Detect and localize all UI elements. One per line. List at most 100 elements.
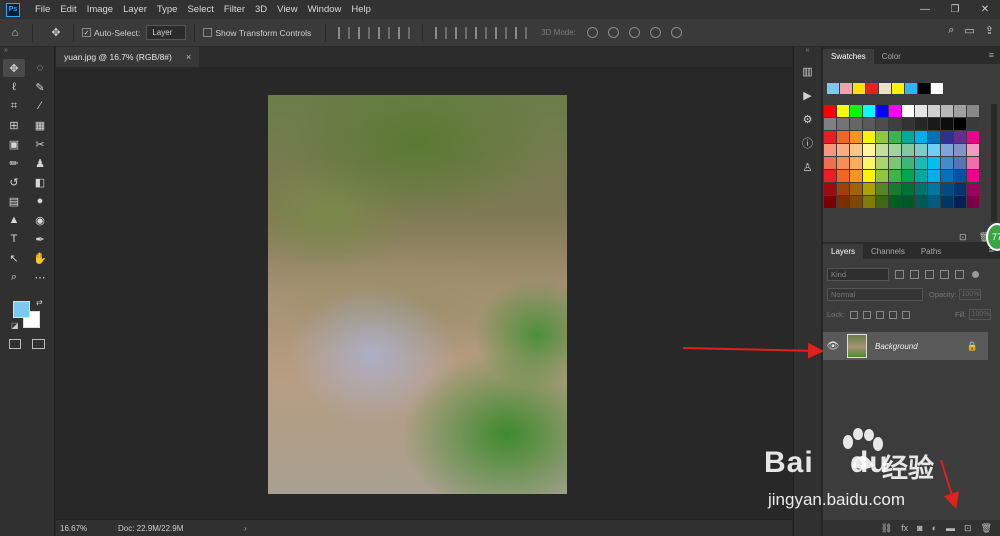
group-folder-icon[interactable]: ▬	[946, 523, 955, 533]
close-document-icon[interactable]: ×	[186, 52, 191, 62]
menu-window[interactable]: Window	[303, 4, 347, 15]
auto-select-target-dropdown[interactable]: Layer	[146, 25, 187, 40]
history-panel-icon[interactable]: ▥	[799, 62, 817, 80]
lock-artboard-icon[interactable]	[888, 310, 897, 319]
opacity-field[interactable]: 100%	[958, 289, 981, 300]
color-swatch[interactable]	[863, 196, 875, 208]
color-swatch[interactable]	[824, 131, 836, 143]
lock-transparent-icon[interactable]	[849, 310, 858, 319]
move-tool-preset-icon[interactable]: ✥	[47, 24, 65, 42]
color-swatch[interactable]	[824, 183, 836, 195]
color-swatch[interactable]	[941, 196, 953, 208]
crop-tool-icon[interactable]: ⌗	[3, 97, 25, 115]
color-swatch[interactable]	[941, 144, 953, 156]
color-swatch[interactable]	[863, 157, 875, 169]
adjustment-filter-icon[interactable]	[910, 270, 919, 279]
color-swatch[interactable]	[889, 131, 901, 143]
color-swatch[interactable]	[824, 170, 836, 182]
fill-field[interactable]: 100%	[968, 309, 991, 320]
color-swatch[interactable]	[967, 144, 979, 156]
color-swatch[interactable]	[928, 144, 940, 156]
tab-channels[interactable]: Channels	[863, 244, 913, 259]
color-swatch[interactable]	[902, 170, 914, 182]
color-swatch[interactable]	[889, 144, 901, 156]
layer-name[interactable]: Background	[875, 342, 967, 351]
menu-layer[interactable]: Layer	[118, 4, 152, 15]
dodge-tool-icon[interactable]: ▲	[3, 211, 25, 229]
menu-filter[interactable]: Filter	[219, 4, 250, 15]
type-tool-icon[interactable]: T	[3, 230, 25, 248]
color-swatch[interactable]	[928, 196, 940, 208]
color-swatch[interactable]	[954, 105, 966, 117]
swatches-scrollbar[interactable]	[991, 104, 997, 222]
color-swatch[interactable]	[889, 196, 901, 208]
share-icon[interactable]: ⇪	[985, 24, 994, 37]
color-swatch[interactable]	[928, 170, 940, 182]
color-swatch[interactable]	[928, 157, 940, 169]
gradient-tool-icon[interactable]: ▤	[3, 192, 25, 210]
history-brush-icon[interactable]: ↺	[3, 173, 25, 191]
recent-swatch[interactable]	[866, 83, 878, 94]
color-swatch[interactable]	[876, 196, 888, 208]
color-swatch[interactable]	[928, 183, 940, 195]
color-swatch[interactable]	[824, 196, 836, 208]
clone-stamp-icon[interactable]: ♟	[29, 154, 51, 172]
menu-image[interactable]: Image	[82, 4, 118, 15]
color-swatch[interactable]	[954, 118, 966, 130]
scissors-icon[interactable]: ✂	[29, 135, 51, 153]
align-middle-icon[interactable]	[455, 26, 468, 39]
color-swatch[interactable]	[954, 170, 966, 182]
color-swatch[interactable]	[863, 144, 875, 156]
color-swatch[interactable]	[941, 170, 953, 182]
eyedropper-tool-icon[interactable]: ⁄	[29, 97, 51, 115]
color-swatch[interactable]	[837, 170, 849, 182]
color-swatch[interactable]	[967, 118, 979, 130]
color-swatch[interactable]	[850, 118, 862, 130]
recent-swatch[interactable]	[827, 83, 839, 94]
color-swatch[interactable]	[876, 105, 888, 117]
distribute-icon[interactable]	[398, 26, 411, 39]
link-icon[interactable]: ⛓	[881, 523, 892, 534]
color-swatch[interactable]	[876, 157, 888, 169]
color-swatch[interactable]	[850, 131, 862, 143]
color-swatch[interactable]	[941, 183, 953, 195]
collapse-icon[interactable]: «	[794, 47, 821, 57]
tab-swatches[interactable]: Swatches	[823, 49, 874, 64]
align-center-icon[interactable]	[358, 26, 371, 39]
transform-controls-checkbox[interactable]	[203, 28, 213, 37]
color-swatch[interactable]	[902, 144, 914, 156]
trash-icon[interactable]: 🗑	[981, 523, 992, 534]
pixel-filter-icon[interactable]	[895, 270, 904, 279]
color-swatch[interactable]	[967, 170, 979, 182]
brush-tool-icon[interactable]: ✏	[3, 154, 25, 172]
minimize-button[interactable]: —	[910, 0, 940, 19]
recent-swatch[interactable]	[840, 83, 852, 94]
menu-select[interactable]: Select	[182, 4, 218, 15]
patch-tool-icon[interactable]: ▦	[29, 116, 51, 134]
foreground-color-swatch[interactable]	[13, 301, 30, 318]
color-swatch[interactable]	[889, 105, 901, 117]
color-swatch[interactable]	[850, 144, 862, 156]
eye-icon[interactable]: 👁	[823, 341, 843, 352]
color-swatch[interactable]	[850, 157, 862, 169]
color-swatch[interactable]	[941, 118, 953, 130]
color-swatch[interactable]	[954, 196, 966, 208]
quick-mask-icon[interactable]	[9, 339, 21, 349]
new-layer-icon[interactable]: ⊡	[964, 523, 972, 534]
recent-swatch[interactable]	[931, 83, 943, 94]
recent-swatch[interactable]	[918, 83, 930, 94]
color-swatch[interactable]	[889, 170, 901, 182]
menu-type[interactable]: Type	[152, 4, 183, 15]
color-swatch[interactable]	[850, 105, 862, 117]
color-swatch[interactable]	[837, 131, 849, 143]
path-select-icon[interactable]: ↖	[3, 249, 25, 267]
color-swatch[interactable]	[824, 105, 836, 117]
color-swatch[interactable]	[850, 170, 862, 182]
color-swatch[interactable]	[902, 183, 914, 195]
color-swatch[interactable]	[863, 183, 875, 195]
color-swatch[interactable]	[876, 170, 888, 182]
color-swatch[interactable]	[902, 131, 914, 143]
color-swatch[interactable]	[837, 105, 849, 117]
color-swatch[interactable]	[954, 157, 966, 169]
color-swatch[interactable]	[902, 118, 914, 130]
